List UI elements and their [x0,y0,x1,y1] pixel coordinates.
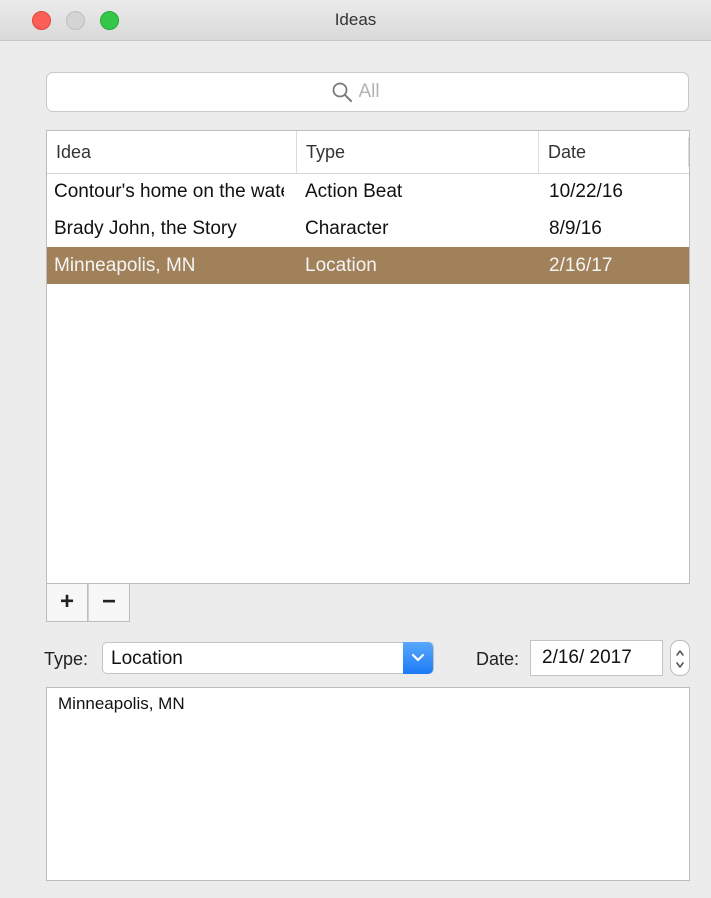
type-cell: Action Beat [305,181,403,202]
date-stepper[interactable] [670,640,690,676]
ideas-window: Ideas Idea Type Date Contour's home on t… [0,0,711,898]
table-header: Idea Type Date [47,131,689,174]
date-cell: 2/16/17 [549,255,613,276]
type-cell: Location [305,255,377,276]
select-arrow-button[interactable] [403,642,433,674]
search-input[interactable] [358,81,405,103]
date-label: Date: [476,649,520,669]
search-field[interactable] [46,72,689,112]
remove-idea-button[interactable]: − [88,584,130,622]
stepper-arrows-icon [676,650,684,668]
idea-cell: Minneapolis, MN [54,255,196,276]
type-select[interactable]: Location [102,642,434,674]
table-row[interactable]: Contour's home on the water Action Beat … [47,173,689,210]
idea-notes-textarea[interactable]: Minneapolis, MN [46,687,690,881]
table-row[interactable]: Brady John, the Story Character 8/9/16 [47,210,689,247]
column-header-date[interactable]: Date [539,131,689,173]
column-header-idea[interactable]: Idea [47,131,297,173]
table-row-selected[interactable]: Minneapolis, MN Location 2/16/17 [47,247,689,284]
date-cell: 8/9/16 [549,218,602,239]
type-select-value: Location [111,648,183,669]
table-body: Contour's home on the water Action Beat … [47,173,689,284]
add-idea-button[interactable]: + [46,584,88,622]
idea-cell: Contour's home on the water [54,181,284,202]
title-bar: Ideas [0,0,711,41]
chevron-down-icon [411,653,425,662]
add-remove-control: + − [46,584,130,622]
idea-cell: Brady John, the Story [54,218,237,239]
column-header-type[interactable]: Type [297,131,539,173]
date-field[interactable]: 2/16/ 2017 [530,640,663,676]
type-cell: Character [305,218,389,239]
date-cell: 10/22/16 [549,181,623,202]
type-label: Type: [44,649,89,669]
search-icon [332,82,352,102]
ideas-table: Idea Type Date Contour's home on the wat… [46,130,690,584]
window-title: Ideas [334,10,377,29]
